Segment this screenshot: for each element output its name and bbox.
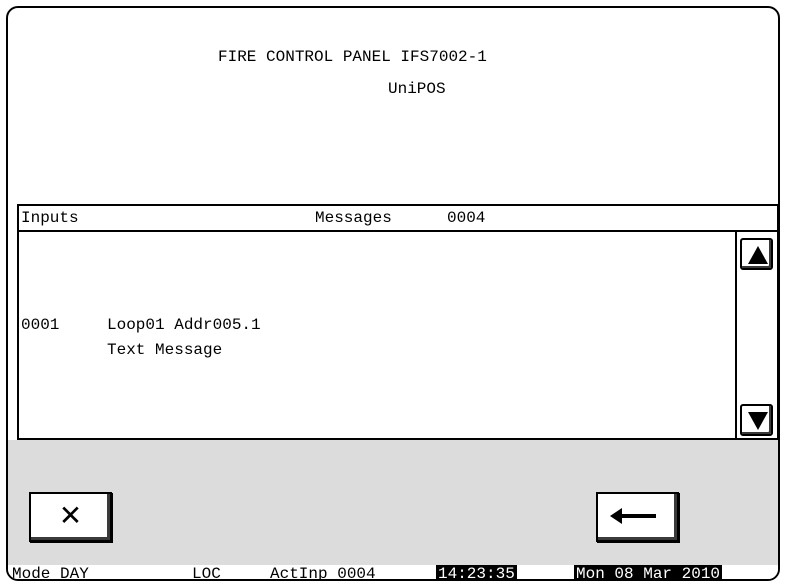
status-active-inputs: ActInp 0004 — [270, 565, 376, 581]
message-number: 0001 — [21, 316, 60, 334]
button-area: ✕ — [8, 440, 778, 566]
scrollbar[interactable] — [735, 232, 777, 438]
message-location: Loop01 Addr005.1 — [107, 316, 261, 334]
messages-panel: Inputs Messages 0004 0001 Loop01 Addr005… — [17, 204, 778, 440]
back-button[interactable] — [596, 492, 679, 542]
status-mode: Mode DAY — [12, 565, 89, 581]
status-date: Mon 08 Mar 2010 — [574, 565, 723, 581]
panel-subtitle: UniPOS — [388, 80, 446, 98]
panel-title: FIRE CONTROL PANEL IFS7002-1 — [218, 48, 487, 66]
status-time: 14:23:35 — [436, 565, 517, 581]
triangle-down-icon — [748, 412, 768, 430]
scroll-up-button[interactable] — [740, 238, 773, 270]
messages-count: 0004 — [447, 209, 486, 227]
close-icon: ✕ — [58, 499, 83, 532]
message-list: 0001 Loop01 Addr005.1 Text Message — [19, 232, 739, 438]
panel-header: Inputs Messages 0004 — [19, 206, 777, 232]
messages-label: Messages — [315, 209, 392, 227]
arrow-left-icon — [610, 508, 656, 524]
scroll-down-button[interactable] — [740, 404, 773, 436]
status-loc: LOC — [192, 565, 221, 581]
panel-screen: FIRE CONTROL PANEL IFS7002-1 UniPOS Inpu… — [6, 6, 780, 581]
triangle-up-icon — [748, 246, 768, 264]
header: FIRE CONTROL PANEL IFS7002-1 UniPOS — [8, 48, 778, 120]
status-bar: Mode DAY LOC ActInp 0004 14:23:35 Mon 08… — [8, 565, 778, 581]
inputs-label: Inputs — [21, 209, 79, 227]
cancel-button[interactable]: ✕ — [29, 492, 112, 542]
message-text: Text Message — [107, 341, 223, 359]
